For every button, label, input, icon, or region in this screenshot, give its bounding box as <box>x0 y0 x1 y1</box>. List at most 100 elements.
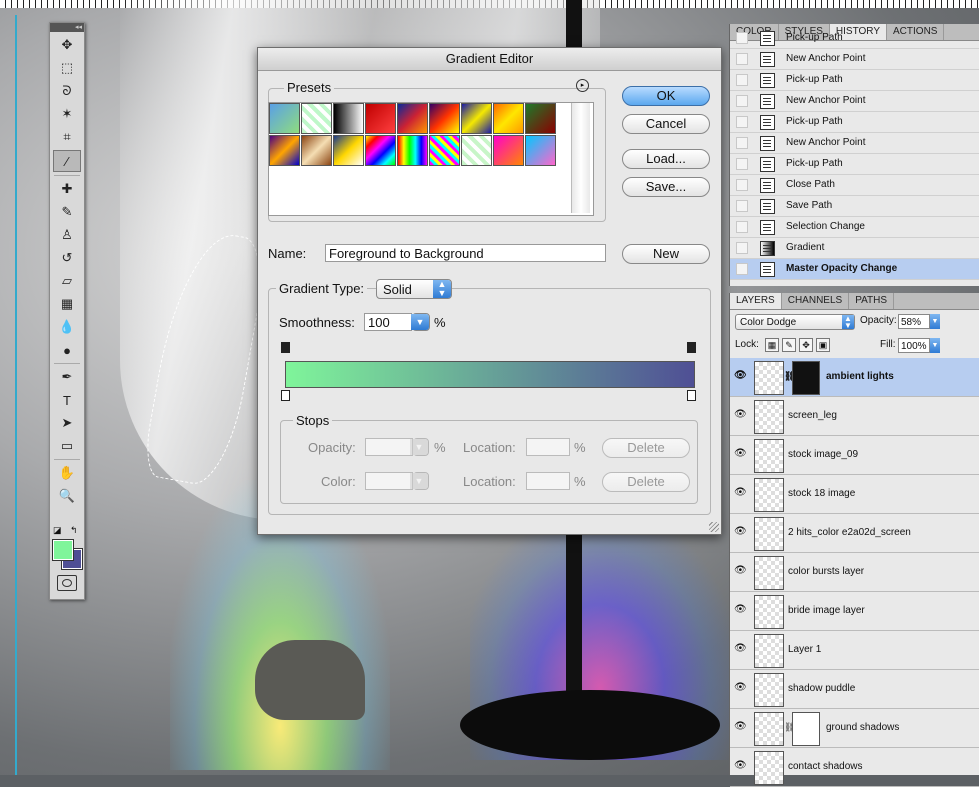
gradient-preset-swatch[interactable] <box>365 135 396 166</box>
lasso-tool[interactable]: ᘐ <box>54 81 80 101</box>
history-item[interactable]: Pick-up Path <box>730 112 979 133</box>
gradient-preset-swatch[interactable] <box>525 135 556 166</box>
magic-wand-tool[interactable]: ✶ <box>54 104 80 124</box>
history-item[interactable]: New Anchor Point <box>730 49 979 70</box>
history-snapshot-checkbox[interactable] <box>736 53 748 65</box>
gradient-preset-swatch[interactable] <box>461 135 492 166</box>
swap-colors-icon[interactable]: ↰ <box>70 525 78 536</box>
opacity-field[interactable] <box>365 438 413 456</box>
history-brush-tool[interactable]: ↺ <box>54 248 80 268</box>
eye-visibility-icon[interactable]: 👁 <box>734 449 748 459</box>
color-stop-left[interactable] <box>281 390 290 401</box>
color-location-field[interactable] <box>526 472 570 490</box>
brush-tool[interactable]: ✎ <box>54 202 80 222</box>
layer-row[interactable]: 👁 ⛓ ground shadows <box>730 709 979 748</box>
foreground-color-swatch[interactable] <box>52 539 74 561</box>
lock-position-icon[interactable]: ✥ <box>799 338 813 352</box>
history-snapshot-checkbox[interactable] <box>736 179 748 191</box>
color-stop-right[interactable] <box>687 390 696 401</box>
shape-tool[interactable]: ▭ <box>54 436 80 456</box>
lock-transparency-icon[interactable]: ▦ <box>765 338 779 352</box>
layer-row[interactable]: 👁 color bursts layer <box>730 553 979 592</box>
history-item[interactable]: Selection Change <box>730 217 979 238</box>
gradient-preset-swatch[interactable] <box>397 135 428 166</box>
history-snapshot-checkbox[interactable] <box>736 95 748 107</box>
eye-visibility-icon[interactable]: 👁 <box>734 761 748 771</box>
layer-row[interactable]: 👁 2 hits_color e2a02d_screen <box>730 514 979 553</box>
gradient-preset-swatch[interactable] <box>365 103 396 134</box>
history-snapshot-checkbox[interactable] <box>736 242 748 254</box>
history-item[interactable]: Gradient <box>730 238 979 259</box>
history-item[interactable]: Pick-up Path <box>730 70 979 91</box>
zoom-tool[interactable]: 🔍 <box>54 486 80 506</box>
eye-visibility-icon[interactable]: 👁 <box>734 566 748 576</box>
eye-visibility-icon[interactable]: 👁 <box>734 410 748 420</box>
marquee-tool[interactable]: ⬚ <box>54 58 80 78</box>
save-button[interactable]: Save... <box>622 177 710 197</box>
eraser-tool[interactable]: ▱ <box>54 271 80 291</box>
eye-visibility-icon[interactable]: 👁 <box>734 371 748 381</box>
name-field[interactable]: Foreground to Background <box>325 244 606 262</box>
tab-paths[interactable]: PATHS <box>849 293 895 309</box>
history-snapshot-checkbox[interactable] <box>736 74 748 86</box>
history-item[interactable]: New Anchor Point <box>730 133 979 154</box>
eye-visibility-icon[interactable]: 👁 <box>734 605 748 615</box>
blur-tool[interactable]: 💧 <box>54 317 80 337</box>
history-item[interactable]: Pick-up Path <box>730 28 979 49</box>
eye-visibility-icon[interactable]: 👁 <box>734 722 748 732</box>
layer-row[interactable]: 👁 Layer 1 <box>730 631 979 670</box>
gradient-preset-swatch[interactable] <box>333 135 364 166</box>
layer-row[interactable]: 👁 ⛓ ambient lights <box>730 358 979 397</box>
blend-mode-select[interactable]: Color Dodge ▲ ▼ <box>735 314 855 330</box>
layer-row[interactable]: 👁 stock 18 image <box>730 475 979 514</box>
path-selection-tool[interactable]: ➤ <box>54 413 80 433</box>
opacity-delete-button[interactable]: Delete <box>602 438 690 458</box>
smoothness-field[interactable]: 100 <box>364 313 412 331</box>
history-snapshot-checkbox[interactable] <box>736 263 748 275</box>
gradient-preset-swatch[interactable] <box>301 103 332 134</box>
eye-visibility-icon[interactable]: 👁 <box>734 644 748 654</box>
tab-layers[interactable]: LAYERS <box>730 293 782 309</box>
eye-visibility-icon[interactable]: 👁 <box>734 683 748 693</box>
layer-opacity-field[interactable]: 58% <box>898 314 930 329</box>
color-delete-button[interactable]: Delete <box>602 472 690 492</box>
gradient-preset-swatch[interactable] <box>397 103 428 134</box>
chevron-down-icon[interactable]: ▼ <box>930 314 940 329</box>
quick-mask-button[interactable] <box>57 575 77 591</box>
gradient-preset-swatch[interactable] <box>493 103 524 134</box>
history-item[interactable]: Master Opacity Change <box>730 259 979 280</box>
clone-stamp-tool[interactable]: ♙ <box>54 225 80 245</box>
tools-titlebar[interactable]: ◂◂ <box>50 23 84 32</box>
resize-grip-icon[interactable] <box>709 522 719 532</box>
layer-row[interactable]: 👁 screen_leg <box>730 397 979 436</box>
load-button[interactable]: Load... <box>622 149 710 169</box>
lock-all-icon[interactable]: ▣ <box>816 338 830 352</box>
history-snapshot-checkbox[interactable] <box>736 221 748 233</box>
gradient-preset-swatch[interactable] <box>333 103 364 134</box>
lock-pixels-icon[interactable]: ✎ <box>782 338 796 352</box>
opacity-stop-left[interactable] <box>281 342 290 353</box>
move-tool[interactable]: ✥ <box>54 35 80 55</box>
ok-button[interactable]: OK <box>622 86 710 106</box>
layer-row[interactable]: 👁 shadow puddle <box>730 670 979 709</box>
history-item[interactable]: Save Path <box>730 196 979 217</box>
history-snapshot-checkbox[interactable] <box>736 200 748 212</box>
hand-tool[interactable]: ✋ <box>54 463 80 483</box>
history-snapshot-checkbox[interactable] <box>736 137 748 149</box>
layer-row[interactable]: 👁 stock image_09 <box>730 436 979 475</box>
history-item[interactable]: Pick-up Path <box>730 154 979 175</box>
gradient-preset-swatch[interactable] <box>269 103 300 134</box>
pen-tool[interactable]: ✒ <box>54 367 80 387</box>
eyedropper-tool[interactable]: ⁄ <box>53 150 81 172</box>
gradient-preset-swatch[interactable] <box>429 103 460 134</box>
history-snapshot-checkbox[interactable] <box>736 158 748 170</box>
history-snapshot-checkbox[interactable] <box>736 116 748 128</box>
gradient-type-select[interactable]: Solid ▲ ▼ <box>376 279 452 299</box>
gradient-preset-swatch[interactable] <box>301 135 332 166</box>
chevron-down-icon[interactable]: ▼ <box>930 338 940 353</box>
gradient-preset-swatch[interactable] <box>269 135 300 166</box>
gradient-preset-swatch[interactable] <box>525 103 556 134</box>
eye-visibility-icon[interactable]: 👁 <box>734 488 748 498</box>
type-tool[interactable]: T <box>54 390 80 410</box>
history-item[interactable]: Close Path <box>730 175 979 196</box>
